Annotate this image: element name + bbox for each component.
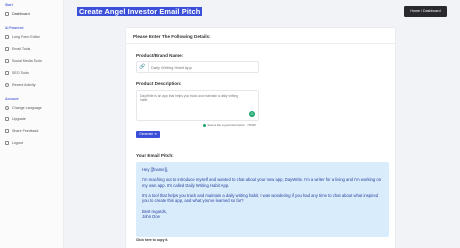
chart-icon — [5, 71, 9, 75]
card-header: Please Enter The Following Details: — [126, 28, 395, 44]
pitch-paragraph: I'm reaching out to introduce myself and… — [142, 177, 382, 188]
sidebar-item-change-language[interactable]: Change Language — [5, 105, 61, 111]
sidebar-item-label: Long Form Editor — [12, 35, 40, 39]
brand-name-field[interactable]: 🔗 — [136, 61, 259, 73]
grammar-check-icon[interactable]: G — [249, 111, 255, 117]
clock-icon — [5, 83, 9, 87]
sidebar-item-label: Upgrade — [12, 117, 26, 121]
description-hint-text: Seems like a good description · 75/300 — [207, 123, 256, 127]
sidebar-item-recent-activity[interactable]: Recent Activity — [5, 82, 61, 88]
mail-icon — [5, 47, 9, 51]
sidebar-item-label: Dashboard — [12, 12, 30, 16]
sidebar-item-social-media-tools[interactable]: Social Media Tools — [5, 58, 61, 64]
document-icon — [5, 35, 9, 39]
globe-icon — [5, 106, 9, 110]
sidebar-item-label: Recent Activity — [12, 83, 36, 87]
sidebar: Start Dashboard AI Powered Long Form Edi… — [0, 0, 64, 248]
sidebar-item-label: Change Language — [12, 106, 42, 110]
result-label: Your Email Pitch: — [136, 153, 174, 158]
sidebar-item-upgrade[interactable]: Upgrade — [5, 116, 61, 122]
share-icon — [5, 59, 9, 63]
copy-link[interactable]: Click here to copy it. — [136, 238, 168, 242]
description-field[interactable]: DayWrite is an app that helps you track … — [136, 90, 259, 121]
sidebar-item-seo-tools[interactable]: SEO Tools — [5, 70, 61, 76]
sidebar-item-label: Share Feedback — [12, 129, 39, 133]
brand-name-label: Product/Brand Name: — [136, 53, 184, 58]
description-textarea[interactable]: DayWrite is an app that helps you track … — [140, 94, 245, 116]
sidebar-item-email-tools[interactable]: Email Tools — [5, 46, 61, 52]
sidebar-item-label: SEO Tools — [12, 71, 29, 75]
sidebar-item-share-feedback[interactable]: Share Feedback — [5, 128, 61, 134]
pitch-greeting: Hey [[fname]], — [142, 167, 169, 172]
grid-icon — [5, 12, 9, 16]
page-title: Create Angel Investor Email Pitch — [77, 7, 203, 16]
check-icon — [203, 123, 206, 127]
pitch-paragraph: It's a tool that helps you track and mai… — [142, 192, 379, 204]
sidebar-item-label: Logout — [12, 141, 23, 145]
description-label: Product Description: — [136, 81, 182, 86]
generate-button[interactable]: Generate ➜ — [136, 131, 160, 138]
sidebar-item-dashboard[interactable]: Dashboard — [5, 11, 61, 17]
sidebar-section-start: Start — [5, 3, 13, 7]
message-icon — [5, 129, 9, 133]
star-icon — [5, 117, 9, 121]
sidebar-section-ai: AI Powered — [5, 26, 24, 30]
brand-name-input[interactable] — [151, 63, 256, 71]
email-pitch-output[interactable]: Hey [[fname]], I'm reaching out to intro… — [136, 162, 389, 237]
description-hint: Seems like a good description · 75/300 — [203, 123, 256, 127]
link-icon: 🔗 — [137, 62, 149, 72]
pitch-signoff: Best regards, John Doe — [142, 208, 167, 219]
logout-icon — [5, 141, 9, 145]
sidebar-item-long-form-editor[interactable]: Long Form Editor — [5, 34, 61, 40]
sidebar-section-account: Account — [5, 97, 19, 101]
sidebar-item-logout[interactable]: Logout — [5, 140, 61, 146]
breadcrumb-button[interactable]: Home / Dashboard — [404, 6, 447, 17]
pitch-form-card: Please Enter The Following Details: Prod… — [125, 27, 396, 248]
sidebar-item-label: Social Media Tools — [12, 59, 42, 63]
form-heading: Please Enter The Following Details: — [133, 33, 211, 39]
sidebar-item-label: Email Tools — [12, 47, 31, 51]
